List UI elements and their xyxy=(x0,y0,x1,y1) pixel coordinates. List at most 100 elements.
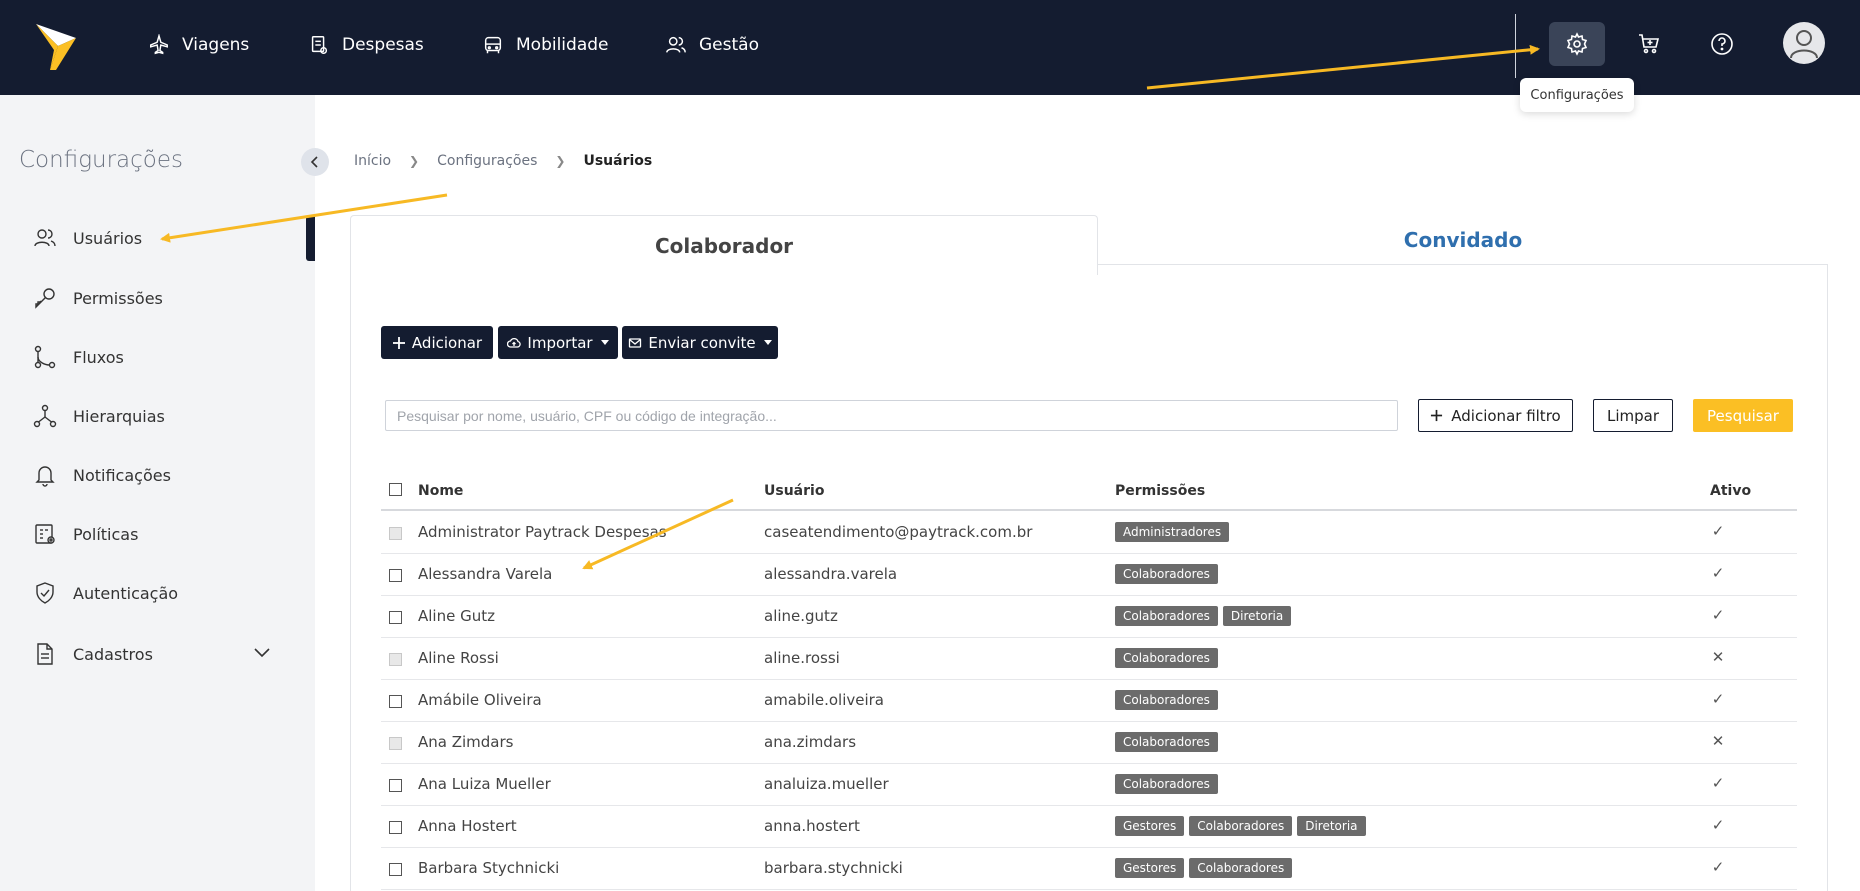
users-icon xyxy=(666,36,686,53)
sidebar-item-fluxos[interactable]: Fluxos xyxy=(33,342,124,372)
permission-tag: Administradores xyxy=(1115,522,1230,542)
permission-tags: Colaboradores xyxy=(1115,690,1218,710)
nav-viagens[interactable]: Viagens xyxy=(148,30,249,60)
user-name: Aline Gutz xyxy=(418,607,495,625)
sidebar-item-label: Políticas xyxy=(73,524,139,544)
table-row[interactable]: Amábile Oliveira amabile.oliveira Colabora… xyxy=(381,680,1797,722)
collapse-sidebar-button[interactable] xyxy=(301,148,329,176)
permission-tag: Diretoria xyxy=(1297,816,1366,836)
row-checkbox[interactable] xyxy=(389,821,402,834)
flow-icon xyxy=(34,345,56,369)
chevron-down-icon[interactable] xyxy=(252,642,272,662)
tab-colaborador[interactable]: Colaborador xyxy=(350,215,1098,275)
settings-button[interactable] xyxy=(1549,22,1605,66)
breadcrumb-configuracoes[interactable]: Configurações xyxy=(437,153,537,169)
user-login: barbara.stychnicki xyxy=(764,859,903,877)
user-avatar-icon xyxy=(1790,30,1818,59)
permission-tags: Administradores xyxy=(1115,522,1230,542)
sidebar-item-cadastros[interactable]: Cadastros xyxy=(33,639,153,669)
table-header-divider xyxy=(381,509,1797,511)
shield-icon xyxy=(36,582,54,604)
sidebar-item-hierarquias[interactable]: Hierarquias xyxy=(33,401,165,431)
permission-tag: Gestores xyxy=(1115,858,1185,878)
sidebar-item-notificacoes[interactable]: Notificações xyxy=(33,460,171,490)
row-checkbox[interactable] xyxy=(389,569,402,582)
row-checkbox[interactable] xyxy=(389,611,402,624)
add-filter-button[interactable]: Adicionar filtro xyxy=(1418,399,1573,432)
column-header-ativo[interactable]: Ativo xyxy=(1710,483,1751,499)
user-login: aline.gutz xyxy=(764,607,838,625)
check-icon: ✓ xyxy=(1711,690,1725,708)
nav-mobilidade[interactable]: Mobilidade xyxy=(482,30,609,60)
row-checkbox xyxy=(389,737,402,750)
hierarchy-icon xyxy=(33,404,57,428)
table-row[interactable]: Aline Gutz aline.gutz Colaboradores Diretor… xyxy=(381,596,1797,638)
table-row[interactable]: Alessandra Varela alessandra.varela Colabo… xyxy=(381,554,1797,596)
navbar-divider xyxy=(1515,14,1516,78)
permission-tags: Gestores Colaboradores Diretoria xyxy=(1115,816,1366,836)
add-button[interactable]: Adicionar xyxy=(381,326,493,359)
cloud-upload-icon xyxy=(507,337,522,348)
table-row[interactable]: Anna Hostert anna.hostert Gestores Colabora… xyxy=(381,806,1797,848)
permission-tag: Colaboradores xyxy=(1115,606,1218,626)
help-button[interactable] xyxy=(1694,22,1750,66)
nav-gestao[interactable]: Gestão xyxy=(665,30,759,60)
sidebar-item-label: Notificações xyxy=(73,465,171,485)
users-icon xyxy=(34,229,56,247)
check-icon: ✓ xyxy=(1711,816,1725,834)
breadcrumb-home[interactable]: Início xyxy=(354,153,391,169)
sidebar-item-label: Fluxos xyxy=(73,347,124,367)
sidebar-item-label: Usuários xyxy=(73,228,143,248)
search-button[interactable]: Pesquisar xyxy=(1693,399,1793,432)
table-row[interactable]: Administrator Paytrack Despesas caseatend… xyxy=(381,512,1797,554)
row-checkbox[interactable] xyxy=(389,695,402,708)
sidebar-item-usuarios[interactable]: Usuários xyxy=(33,223,142,253)
table-row[interactable]: Barbara Stychnicki barbara.stychnicki Gest… xyxy=(381,848,1797,890)
help-icon xyxy=(1711,33,1733,55)
permission-tag: Colaboradores xyxy=(1115,732,1218,752)
column-header-usuario[interactable]: Usuário xyxy=(764,483,824,499)
send-invite-button[interactable]: Enviar convite xyxy=(622,326,778,359)
user-name: Amábile Oliveira xyxy=(418,691,542,709)
user-login: caseatendimento@paytrack.com.br xyxy=(764,523,1033,541)
paytrack-logo[interactable] xyxy=(36,24,76,70)
row-checkbox[interactable] xyxy=(389,863,402,876)
permission-tags: Colaboradores xyxy=(1115,648,1218,668)
sidebar-item-permissoes[interactable]: Permissões xyxy=(33,283,163,313)
row-checkbox xyxy=(389,653,402,666)
user-login: anna.hostert xyxy=(764,817,860,835)
nav-label: Despesas xyxy=(342,35,424,55)
check-icon: ✓ xyxy=(1711,858,1725,876)
table-row[interactable]: Aline Rossi aline.rossi Colaboradores ✕ xyxy=(381,638,1797,680)
breadcrumb-current: Usuários xyxy=(583,153,653,169)
search-input[interactable] xyxy=(385,400,1398,431)
user-avatar[interactable] xyxy=(1783,22,1825,64)
permission-tag: Diretoria xyxy=(1222,606,1292,626)
sidebar-item-politicas[interactable]: Políticas xyxy=(33,519,138,549)
nav-despesas[interactable]: Despesas xyxy=(308,30,424,60)
settings-tooltip: Configurações xyxy=(1520,78,1634,112)
import-button[interactable]: Importar xyxy=(498,326,618,359)
user-name: Anna Hostert xyxy=(418,817,517,835)
tab-convidado[interactable]: Convidado xyxy=(1098,215,1828,265)
send-invite-label: Enviar convite xyxy=(648,333,756,352)
table-row[interactable]: Ana Zimdars ana.zimdars Colaboradores ✕ xyxy=(381,722,1797,764)
chevron-right-icon: ❯ xyxy=(409,154,420,168)
cart-icon xyxy=(1639,34,1660,54)
check-icon: ✓ xyxy=(1711,564,1725,582)
x-icon: ✕ xyxy=(1711,648,1725,666)
select-all-checkbox[interactable] xyxy=(389,483,402,496)
column-header-permissoes[interactable]: Permissões xyxy=(1115,483,1205,499)
import-label: Importar xyxy=(527,333,593,352)
airplane-icon xyxy=(150,34,168,55)
table-row[interactable]: Ana Luiza Mueller analuiza.mueller Colabor… xyxy=(381,764,1797,806)
permission-tag: Colaboradores xyxy=(1115,774,1218,794)
row-checkbox[interactable] xyxy=(389,779,402,792)
plus-icon xyxy=(1431,409,1443,422)
user-name: Ana Zimdars xyxy=(418,733,514,751)
clear-button[interactable]: Limpar xyxy=(1593,399,1673,432)
sidebar-item-autenticacao[interactable]: Autenticação xyxy=(33,578,178,608)
column-header-nome[interactable]: Nome xyxy=(418,483,463,499)
cart-button[interactable] xyxy=(1621,22,1677,66)
user-login: ana.zimdars xyxy=(764,733,857,751)
